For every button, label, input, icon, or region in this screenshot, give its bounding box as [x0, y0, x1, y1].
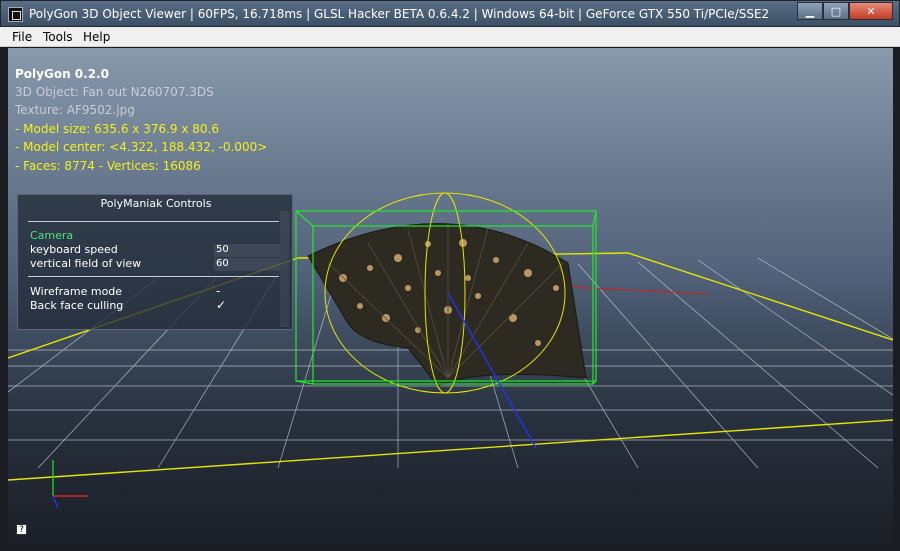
3d-viewport[interactable]: PolyGon 0.2.0 3D Object: Fan out N260707…	[8, 48, 893, 545]
app-icon	[8, 7, 23, 22]
title-bar: PolyGon 3D Object Viewer | 60FPS, 16.718…	[0, 0, 900, 27]
panel-scrollbar[interactable]	[280, 211, 289, 327]
model-center: - Model center: <4.322, 188.432, -0.000>	[15, 140, 268, 154]
keyboard-speed-field[interactable]: 50	[214, 244, 280, 257]
app-version: PolyGon 0.2.0	[15, 67, 109, 81]
backface-culling-label: Back face culling	[30, 299, 124, 312]
wireframe-toggle[interactable]: -	[216, 284, 220, 298]
panel-divider	[28, 221, 279, 222]
camera-section-label: Camera	[30, 229, 74, 242]
menu-tools[interactable]: Tools	[43, 30, 73, 44]
fan-model	[307, 223, 587, 387]
maximize-button[interactable]: □	[823, 2, 849, 20]
axis-gizmo-icon	[52, 460, 88, 509]
menu-help[interactable]: Help	[83, 30, 110, 44]
polymaniak-controls-panel: PolyManiak Controls Camera keyboard spee…	[17, 194, 293, 330]
fov-label: vertical field of view	[30, 257, 142, 270]
help-button[interactable]: ?	[16, 524, 27, 535]
close-button[interactable]: ✕	[849, 2, 893, 20]
model-faces: - Faces: 8774 - Vertices: 16086	[15, 159, 201, 173]
wireframe-label: Wireframe mode	[30, 285, 123, 298]
fov-field[interactable]: 60	[214, 258, 280, 271]
keyboard-speed-label: keyboard speed	[30, 243, 118, 256]
model-size: - Model size: 635.6 x 376.9 x 80.6	[15, 122, 219, 136]
window-controls: ▁ □ ✕	[797, 2, 893, 20]
minimize-button[interactable]: ▁	[797, 2, 823, 20]
backface-culling-checkbox[interactable]: ✓	[216, 298, 226, 312]
panel-divider	[28, 276, 279, 277]
texture-name: Texture: AF9502.jpg	[15, 103, 135, 117]
menu-bar: File Tools Help	[0, 27, 900, 47]
panel-title: PolyManiak Controls	[100, 197, 212, 210]
menu-file[interactable]: File	[12, 30, 32, 44]
window-title: PolyGon 3D Object Viewer | 60FPS, 16.718…	[29, 7, 770, 21]
object-name: 3D Object: Fan out N260707.3DS	[15, 85, 214, 99]
